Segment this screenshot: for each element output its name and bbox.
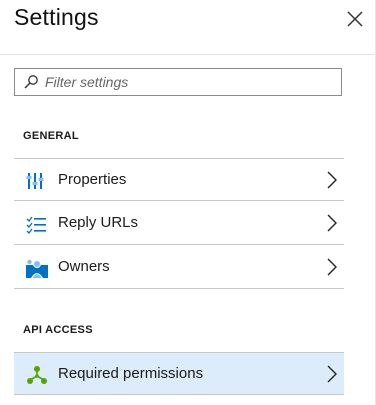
settings-blade: Settings GENERAL Properties [0, 0, 376, 405]
settings-item-required-permissions[interactable]: Required permissions [14, 352, 344, 395]
search-icon [24, 75, 38, 89]
close-icon [347, 11, 363, 27]
owners-icon [26, 259, 48, 278]
filter-settings-input[interactable] [45, 72, 335, 92]
close-button[interactable] [345, 9, 365, 29]
required-permissions-icon [27, 366, 47, 384]
filter-settings-search[interactable] [14, 68, 342, 96]
settings-item-properties[interactable]: Properties [14, 158, 344, 201]
section-header-api-access: API ACCESS [23, 324, 93, 336]
section-header-general: GENERAL [23, 130, 79, 142]
item-label-required-permissions: Required permissions [58, 365, 204, 382]
chevron-right-icon [327, 214, 337, 232]
item-label-reply-urls: Reply URLs [58, 214, 139, 231]
blade-header: Settings [0, 0, 375, 55]
reply-urls-icon [26, 216, 46, 234]
settings-item-reply-urls[interactable]: Reply URLs [14, 202, 344, 245]
settings-item-owners[interactable]: Owners [14, 246, 344, 289]
item-label-properties: Properties [58, 171, 127, 188]
properties-icon [26, 173, 44, 189]
chevron-right-icon [327, 171, 337, 189]
blade-title: Settings [14, 4, 99, 30]
chevron-right-icon [327, 258, 337, 276]
chevron-right-icon [327, 365, 337, 383]
item-label-owners: Owners [58, 258, 110, 275]
